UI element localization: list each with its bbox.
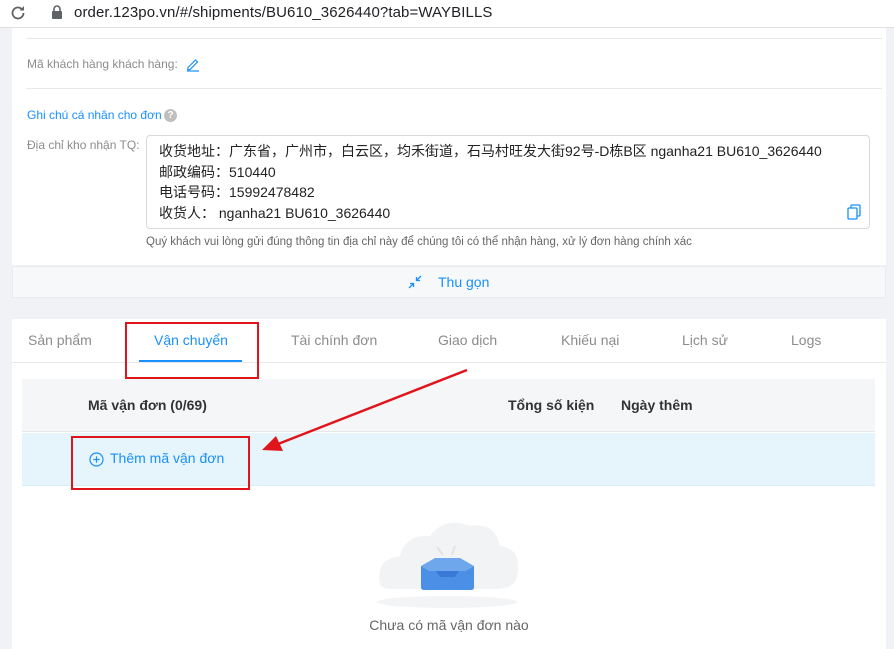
annotation-arrow: [262, 368, 468, 451]
